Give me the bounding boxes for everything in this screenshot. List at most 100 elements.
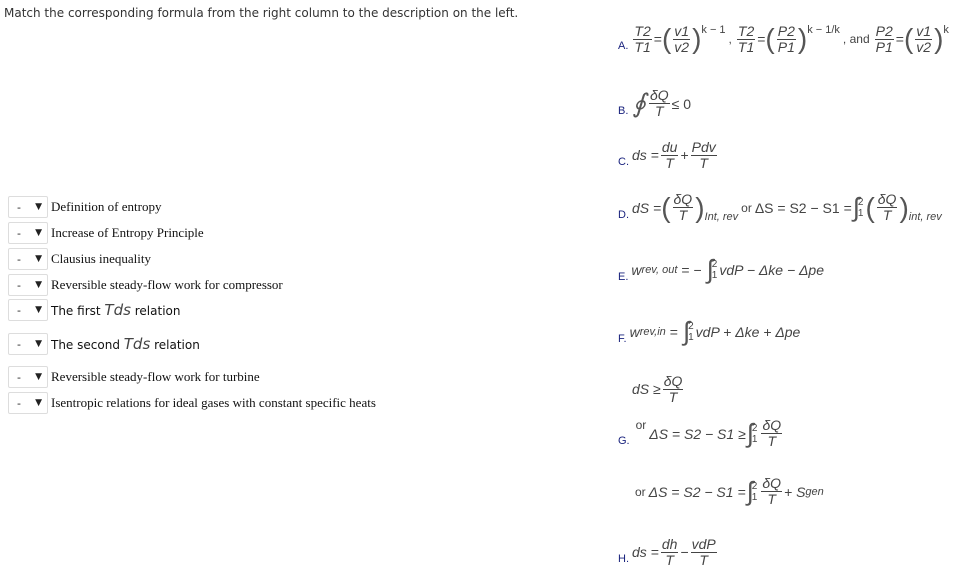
description-text: The first bbox=[51, 304, 101, 318]
formula-part: ( bbox=[661, 23, 672, 55]
formula-part: δQ T bbox=[672, 192, 694, 223]
formula-part: v1 v2 bbox=[673, 24, 691, 54]
answer-select[interactable]: - ▼ bbox=[8, 196, 48, 218]
formula-part: + S bbox=[784, 483, 806, 500]
description-text: The second bbox=[51, 338, 120, 352]
answer-select[interactable]: - ▼ bbox=[8, 333, 48, 355]
select-value: - bbox=[17, 303, 21, 317]
formula-part: T bbox=[665, 551, 674, 568]
formula-part: T2 T1 bbox=[736, 23, 756, 55]
formula-part: gen bbox=[805, 485, 824, 498]
description: Definition of entropy bbox=[51, 199, 162, 214]
formula-part: ∮ bbox=[632, 88, 646, 118]
formula-part: E. bbox=[618, 271, 629, 283]
formula-part: = − bbox=[681, 261, 702, 278]
formula-part: 21 bbox=[712, 259, 718, 281]
formula-part: T bbox=[767, 491, 776, 507]
description: The second Tds relation bbox=[51, 335, 200, 353]
formula-part: 21 bbox=[752, 481, 758, 503]
description: Isentropic relations for ideal gases wit… bbox=[51, 395, 376, 410]
answer-select[interactable]: - ▼ bbox=[8, 274, 48, 296]
formula-part: A. bbox=[618, 40, 629, 53]
match-row: - ▼ The first Tds relation bbox=[8, 298, 180, 322]
formula-part: Int, rev bbox=[704, 211, 739, 223]
match-row: - ▼ The second Tds relation bbox=[8, 332, 200, 356]
formula-part: δQ T bbox=[662, 373, 684, 405]
formula-part: int, rev bbox=[908, 211, 942, 223]
formula-part: ) bbox=[934, 23, 944, 55]
formula-part: T2 T1 bbox=[633, 23, 652, 55]
formula-part: δQ bbox=[876, 191, 898, 208]
formula-part: δQ T bbox=[648, 88, 670, 118]
formula-part: δQ bbox=[761, 417, 783, 434]
option-g-line3: or ΔS = S2 − S1 = ∫ 2 1 δQ T + Sgen bbox=[632, 476, 824, 507]
instruction-text: Match the corresponding formula from the… bbox=[4, 6, 519, 20]
match-row: - ▼ Reversible steady-flow work for turbin… bbox=[8, 365, 260, 389]
formula-part: T1 bbox=[634, 38, 651, 55]
formula-part: 2 bbox=[688, 320, 694, 332]
formula-part: T bbox=[699, 154, 708, 171]
formula-part: ds = bbox=[632, 147, 659, 164]
match-row: - ▼ Isentropic relations for ideal gases w… bbox=[8, 391, 376, 415]
option-e: E. w rev, out = − ∫ 2 1 vdP − Δke − Δpe bbox=[618, 254, 824, 285]
formula-part: w bbox=[631, 261, 642, 278]
formula-part: P2 P1 bbox=[874, 24, 894, 54]
formula-part: ≤ 0 bbox=[671, 95, 691, 112]
chevron-down-icon: ▼ bbox=[35, 202, 42, 212]
formula-part: dh T bbox=[660, 537, 679, 568]
formula-part: v1 v2 bbox=[915, 23, 933, 55]
answer-select[interactable]: - ▼ bbox=[8, 248, 48, 270]
chevron-down-icon: ▼ bbox=[35, 398, 42, 408]
formula-part: ( bbox=[661, 191, 671, 223]
answer-select[interactable]: - ▼ bbox=[8, 299, 48, 321]
formula-part: Pdv bbox=[690, 139, 717, 156]
formula-part: dS = bbox=[632, 199, 662, 216]
answer-select[interactable]: - ▼ bbox=[8, 222, 48, 244]
chevron-down-icon: ▼ bbox=[35, 339, 42, 349]
formula-part: = bbox=[669, 323, 678, 340]
option-f: F. w rev,in = ∫ 2 1 vdP + Δke + Δpe bbox=[618, 316, 800, 347]
relation-text: relation bbox=[134, 304, 181, 318]
formula-part: T bbox=[678, 207, 688, 223]
formula-part: T bbox=[668, 388, 678, 405]
answer-select[interactable]: - ▼ bbox=[8, 366, 48, 388]
formula-part: k − 1 bbox=[701, 24, 726, 36]
description: Increase of Entropy Principle bbox=[51, 225, 204, 240]
formula-part: 2 bbox=[751, 480, 758, 492]
formula-part: 21 bbox=[688, 321, 694, 343]
formula-part: 1 bbox=[751, 491, 758, 503]
relation-text: relation bbox=[154, 338, 200, 352]
match-row: - ▼ Clausius inequality bbox=[8, 247, 151, 271]
formula-part: + bbox=[680, 147, 689, 164]
formula-part: rev, out bbox=[641, 263, 678, 276]
chevron-down-icon: ▼ bbox=[35, 372, 42, 382]
formula-part: 21 bbox=[858, 197, 864, 219]
select-value: - bbox=[17, 252, 21, 266]
formula-part: D. bbox=[618, 209, 629, 221]
formula-part: 1 bbox=[711, 269, 718, 281]
formula-part: ( bbox=[865, 191, 875, 223]
answer-select[interactable]: - ▼ bbox=[8, 392, 48, 414]
formula-part: ) bbox=[695, 191, 705, 223]
formula-part: 1 bbox=[751, 433, 758, 445]
formula-part: T1 bbox=[737, 38, 755, 55]
option-c: C. ds = du T + Pdv T bbox=[618, 140, 719, 170]
formula-part: 1 bbox=[857, 207, 864, 219]
select-value: - bbox=[17, 396, 21, 410]
formula-part: T2 bbox=[736, 23, 756, 40]
select-value: - bbox=[17, 337, 21, 351]
option-g-line2: G. or ΔS = S2 − S1 ≥ ∫ 2 1 δQ T bbox=[618, 418, 784, 449]
formula-part: ( bbox=[903, 23, 914, 55]
chevron-down-icon: ▼ bbox=[35, 280, 42, 290]
formula-part: δQ bbox=[662, 373, 684, 390]
option-d: D. dS = (δQ T) Int, rev or ΔS = S2 − S1 =… bbox=[618, 192, 942, 223]
formula-part: T2 bbox=[633, 23, 652, 40]
formula-part: , bbox=[728, 32, 732, 47]
formula-part: , and bbox=[842, 32, 870, 47]
formula-part: P2 bbox=[776, 23, 796, 40]
formula-part: v2 bbox=[916, 38, 932, 55]
formula-part: v1 bbox=[915, 23, 933, 40]
select-value: - bbox=[17, 370, 21, 384]
description: The first Tds relation bbox=[51, 301, 180, 319]
formula-part: P1 bbox=[777, 38, 795, 55]
